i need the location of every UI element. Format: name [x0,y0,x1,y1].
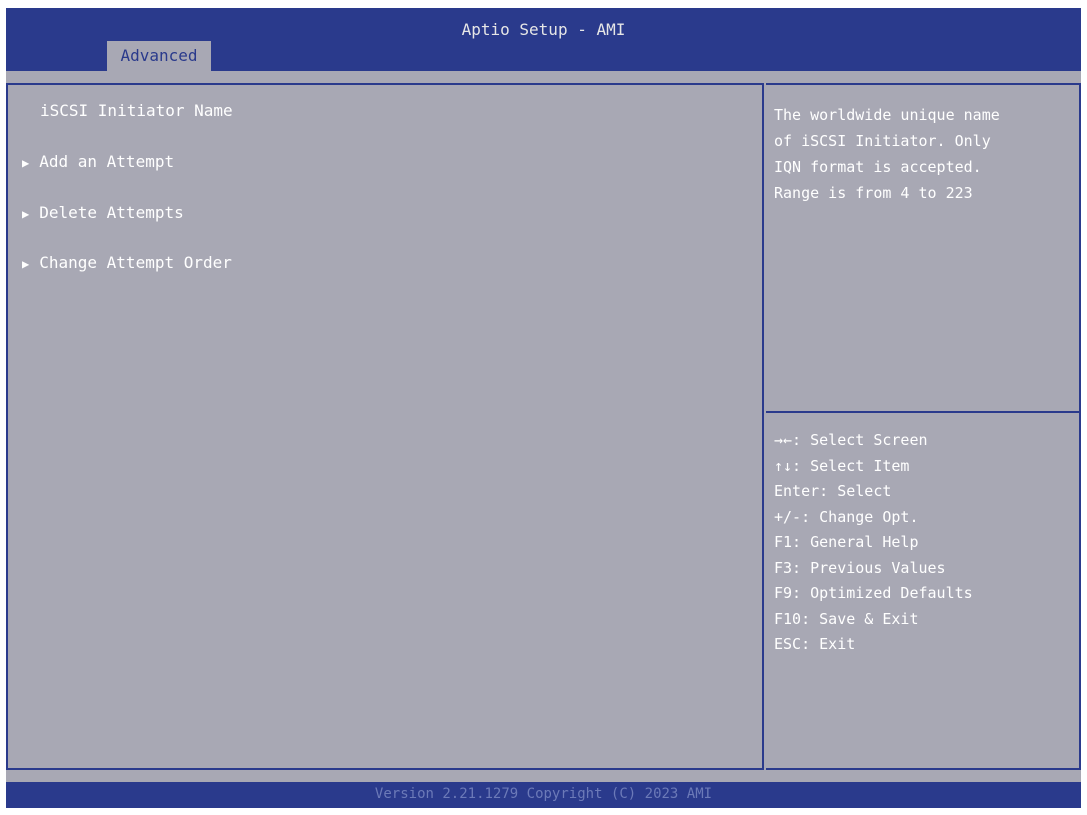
item-label: Change Attempt Order [39,253,232,272]
key-esc-exit: ESC: Exit [774,635,856,653]
key-general-help: F1: General Help [774,533,919,551]
iscsi-initiator-name-item[interactable]: iSCSI Initiator Name [40,101,233,120]
version-text: Version 2.21.1279 Copyright (C) 2023 AMI [374,786,713,802]
item-label: Delete Attempts [39,203,184,222]
key-change-opt: +/-: Change Opt. [774,507,919,526]
help-divider [766,411,1079,413]
bios-screen: Aptio Setup - AMI Advanced iSCSI Initiat… [6,8,1081,808]
item-label: iSCSI Initiator Name [40,101,233,120]
app-title: Aptio Setup - AMI [461,20,626,39]
key-optimized-defaults: F9: Optimized Defaults [774,584,973,602]
footer-bar: Version 2.21.1279 Copyright (C) 2023 AMI [6,782,1081,808]
key-enter-select: Enter: Select [774,482,892,500]
submenu-arrow-icon: ▶ [22,207,30,221]
help-text: The worldwide unique name of iSCSI Initi… [774,106,1000,202]
key-previous-values: F3: Previous Values [774,558,946,577]
key-save-exit: F10: Save & Exit [774,609,919,628]
key-legend: →←: Select Screen ↑↓: Select Item Enter:… [774,428,973,658]
tab-advanced[interactable]: Advanced [107,41,211,71]
key-select-screen: →←: Select Screen [774,431,928,449]
main-panel: iSCSI Initiator Name ▶ Add an Attempt ▶ De… [6,83,764,770]
key-select-item: ↑↓: Select Item [774,456,910,475]
submenu-arrow-icon: ▶ [22,257,30,271]
help-panel: The worldwide unique name of iSCSI Initi… [766,83,1081,770]
delete-attempts-item[interactable]: ▶ Delete Attempts [22,203,184,222]
header-bar: Aptio Setup - AMI Advanced [6,8,1081,71]
submenu-arrow-icon: ▶ [22,156,30,170]
add-attempt-item[interactable]: ▶ Add an Attempt [22,152,174,171]
change-attempt-order-item[interactable]: ▶ Change Attempt Order [22,253,232,272]
item-label: Add an Attempt [39,152,175,171]
